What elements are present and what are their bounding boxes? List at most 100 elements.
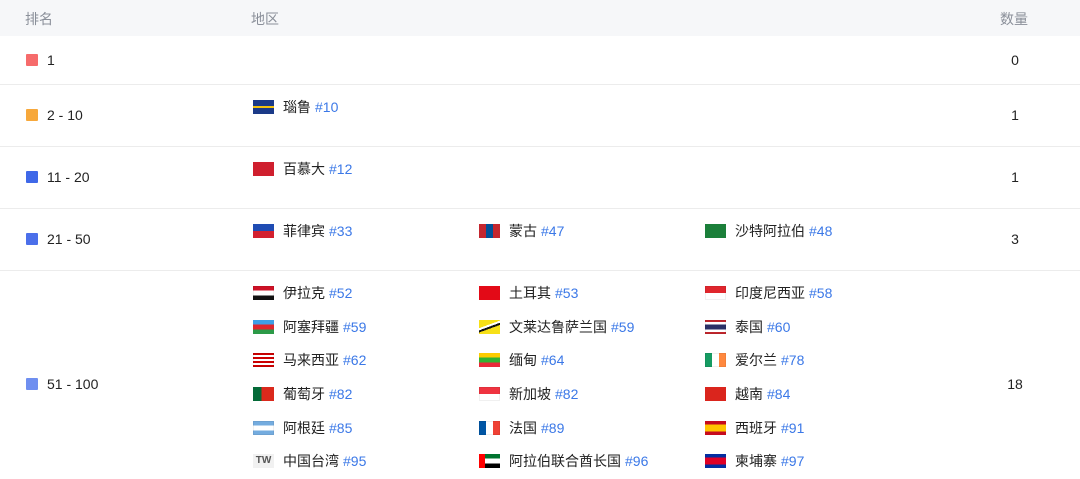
- region-rank[interactable]: #33: [329, 223, 352, 239]
- ranking-table: 排名 地区 数量 1 0 2 - 10 瑙鲁 #10 1 11 - 20 百慕大…: [0, 0, 1080, 479]
- region-rank[interactable]: #89: [541, 420, 564, 436]
- region-rank[interactable]: #82: [555, 386, 578, 402]
- table-row: 51 - 100 18 伊拉克 #52 土耳其 #53 印度尼西亚 #58 阿塞…: [0, 271, 1080, 479]
- region-item[interactable]: 蒙古 #47: [479, 221, 564, 241]
- region-rank[interactable]: #58: [809, 285, 832, 301]
- region-rank[interactable]: #84: [767, 386, 790, 402]
- region-name: 阿拉伯联合酋长国: [509, 453, 621, 469]
- uae-flag-icon: [479, 454, 500, 468]
- region-name: 菲律宾: [283, 223, 325, 239]
- rank-label: 2 - 10: [47, 107, 83, 123]
- iraq-flag-icon: [253, 286, 274, 300]
- region-rank[interactable]: #12: [329, 161, 352, 177]
- philippines-flag-icon: [253, 224, 274, 238]
- region-rank[interactable]: #60: [767, 319, 790, 335]
- table-row: 11 - 20 百慕大 #12 1: [0, 147, 1080, 209]
- region-rank[interactable]: #62: [343, 352, 366, 368]
- region-name: 柬埔寨: [735, 453, 777, 469]
- region-rank[interactable]: #59: [611, 319, 634, 335]
- nauru-flag-icon: [253, 100, 274, 114]
- count-value: 18: [1007, 376, 1023, 392]
- table-header: 排名 地区 数量: [0, 0, 1080, 36]
- region-rank[interactable]: #95: [343, 453, 366, 469]
- cambodia-flag-icon: [705, 454, 726, 468]
- region-rank[interactable]: #97: [781, 453, 804, 469]
- indonesia-flag-icon: [705, 286, 726, 300]
- region-rank[interactable]: #82: [329, 386, 352, 402]
- region-item[interactable]: 西班牙 #91: [705, 418, 804, 438]
- region-name: 蒙古: [509, 223, 537, 239]
- region-item[interactable]: TW 中国台湾 #95: [253, 451, 366, 471]
- region-item[interactable]: 越南 #84: [705, 384, 790, 404]
- count-value: 3: [1011, 231, 1019, 247]
- region-item[interactable]: 阿拉伯联合酋长国 #96: [479, 451, 648, 471]
- region-rank[interactable]: #96: [625, 453, 648, 469]
- region-item[interactable]: 菲律宾 #33: [253, 221, 352, 241]
- region-item[interactable]: 印度尼西亚 #58: [705, 283, 832, 303]
- region-rank[interactable]: #52: [329, 285, 352, 301]
- region-item[interactable]: 阿根廷 #85: [253, 418, 352, 438]
- rank-label: 1: [47, 52, 55, 68]
- region-name: 马来西亚: [283, 352, 339, 368]
- region-name: 阿根廷: [283, 420, 325, 436]
- region-name: 泰国: [735, 319, 763, 335]
- tw-badge-icon: TW: [253, 454, 274, 468]
- region-rank[interactable]: #78: [781, 352, 804, 368]
- azerbaijan-flag-icon: [253, 320, 274, 334]
- region-rank[interactable]: #64: [541, 352, 564, 368]
- region-item[interactable]: 文莱达鲁萨兰国 #59: [479, 317, 634, 337]
- table-row: 2 - 10 瑙鲁 #10 1: [0, 85, 1080, 147]
- vietnam-flag-icon: [705, 387, 726, 401]
- header-region: 地区: [251, 11, 279, 27]
- region-name: 葡萄牙: [283, 386, 325, 402]
- region-item[interactable]: 法国 #89: [479, 418, 564, 438]
- count-value: 1: [1011, 169, 1019, 185]
- region-name: 缅甸: [509, 352, 537, 368]
- rank-cell: 11 - 20: [26, 169, 90, 185]
- region-name: 阿塞拜疆: [283, 319, 339, 335]
- rank-cell: 2 - 10: [26, 107, 83, 123]
- region-item[interactable]: 新加坡 #82: [479, 384, 578, 404]
- region-item[interactable]: 百慕大 #12: [253, 159, 352, 179]
- rank-color-swatch: [26, 171, 38, 183]
- rank-cell: 51 - 100: [26, 376, 98, 392]
- region-rank[interactable]: #53: [555, 285, 578, 301]
- region-item[interactable]: 伊拉克 #52: [253, 283, 352, 303]
- bermuda-flag-icon: [253, 162, 274, 176]
- portugal-flag-icon: [253, 387, 274, 401]
- region-rank[interactable]: #91: [781, 420, 804, 436]
- region-rank[interactable]: #10: [315, 99, 338, 115]
- rank-color-swatch: [26, 233, 38, 245]
- region-item[interactable]: 爱尔兰 #78: [705, 350, 804, 370]
- rank-color-swatch: [26, 109, 38, 121]
- region-name: 法国: [509, 420, 537, 436]
- region-name: 瑙鲁: [283, 99, 311, 115]
- region-name: 西班牙: [735, 420, 777, 436]
- spain-flag-icon: [705, 421, 726, 435]
- region-rank[interactable]: #59: [343, 319, 366, 335]
- region-name: 土耳其: [509, 285, 551, 301]
- region-item[interactable]: 阿塞拜疆 #59: [253, 317, 366, 337]
- region-rank[interactable]: #47: [541, 223, 564, 239]
- region-item[interactable]: 马来西亚 #62: [253, 350, 366, 370]
- region-name: 印度尼西亚: [735, 285, 805, 301]
- rank-color-swatch: [26, 54, 38, 66]
- thailand-flag-icon: [705, 320, 726, 334]
- region-rank[interactable]: #48: [809, 223, 832, 239]
- france-flag-icon: [479, 421, 500, 435]
- rank-cell: 21 - 50: [26, 231, 91, 247]
- region-name: 越南: [735, 386, 763, 402]
- region-item[interactable]: 沙特阿拉伯 #48: [705, 221, 832, 241]
- region-item[interactable]: 葡萄牙 #82: [253, 384, 352, 404]
- region-item[interactable]: 泰国 #60: [705, 317, 790, 337]
- region-item[interactable]: 土耳其 #53: [479, 283, 578, 303]
- region-name: 百慕大: [283, 161, 325, 177]
- region-item[interactable]: 柬埔寨 #97: [705, 451, 804, 471]
- region-rank[interactable]: #85: [329, 420, 352, 436]
- region-item[interactable]: 瑙鲁 #10: [253, 97, 338, 117]
- header-rank: 排名: [25, 11, 53, 27]
- rank-label: 11 - 20: [47, 169, 90, 185]
- region-item[interactable]: 缅甸 #64: [479, 350, 564, 370]
- region-name: 伊拉克: [283, 285, 325, 301]
- brunei-flag-icon: [479, 320, 500, 334]
